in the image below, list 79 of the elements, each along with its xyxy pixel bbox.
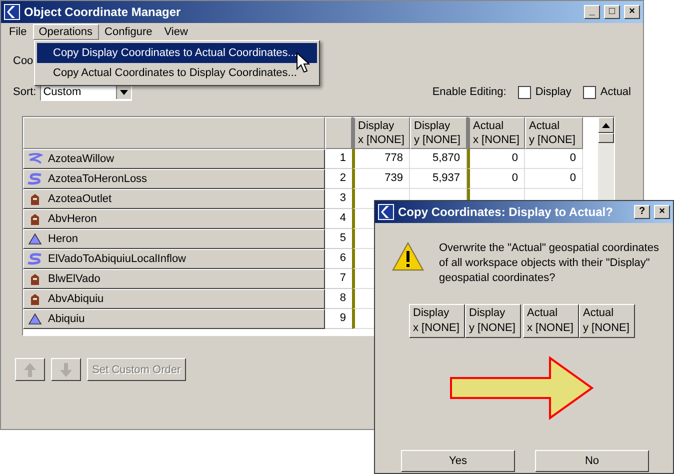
object-name: Abiquiu [48,313,85,325]
row-number: 6 [325,249,352,269]
column-header[interactable]: Display x [NONE] [352,117,410,149]
curve-icon [27,173,43,185]
object-row-header[interactable]: AzoteaOutlet [23,189,325,209]
app-logo-icon [378,204,394,220]
column-header: Actual y [NONE] [579,304,635,338]
object-row-header[interactable]: AzoteaWillow [23,149,325,169]
no-button[interactable]: No [535,450,649,472]
checkbox[interactable] [518,86,532,98]
column-header[interactable]: Actual y [NONE] [525,117,583,149]
object-row-header[interactable]: ElVadoToAbiquiuLocalInflow [23,249,325,269]
object-name: Heron [48,233,78,245]
enable-editing-label: Enable Editing: [432,86,506,98]
row-number: 4 [325,209,352,229]
triangle-icon [27,313,43,325]
object-row-header[interactable]: Abiquiu [23,309,325,329]
table-cell: 0 [467,149,525,169]
coordinate-label: Coo [13,55,34,69]
column-header[interactable]: Actual x [NONE] [467,117,525,149]
object-name: BlwElVado [48,273,100,285]
table-cell: 0 [467,169,525,189]
row-number: 5 [325,229,352,249]
confirm-message: Overwrite the "Actual" geospatial coordinates of all workspace objects with their "Display" geospatial coordinates? [439,241,660,286]
up-arrow-icon [23,362,37,378]
close-button[interactable]: × [654,205,670,219]
table-cell: 0 [525,149,583,169]
object-row-header[interactable]: AbvAbiquiu [23,289,325,309]
object-row-header[interactable]: Heron [23,229,325,249]
minimize-button[interactable]: _ [584,5,600,19]
scroll-up-icon [602,122,610,128]
table-cell: 5,870 [410,149,467,169]
zigzag-icon [27,153,43,165]
checkbox-label: Display [535,86,572,98]
help-button[interactable]: ? [634,205,650,219]
column-header: Actual x [NONE] [523,304,579,338]
scroll-thumb[interactable] [598,133,614,143]
row-number: 1 [325,149,352,169]
object-name: AzoteaOutlet [48,193,112,205]
object-name: ElVadoToAbiquiuLocalInflow [48,253,186,265]
app-logo-icon [4,4,20,20]
menu-item[interactable]: Copy Actual Coordinates to Display Coordinates... [37,63,317,83]
checkbox-label: Actual [600,86,631,98]
object-name: AzoteaWillow [48,153,114,165]
column-header: Display x [NONE] [409,304,465,338]
object-row-header[interactable]: BlwElVado [23,269,325,289]
column-header[interactable]: Display y [NONE] [410,117,467,149]
yes-button[interactable]: Yes [401,450,515,472]
object-row-header[interactable]: AzoteaToHeronLoss [23,169,325,189]
menu-item[interactable]: Operations [32,24,99,40]
menu-item[interactable]: File [3,24,33,40]
window-title: Object Coordinate Manager [24,5,182,19]
warning-icon [391,241,425,273]
table-cell: 778 [352,149,410,169]
column-header: Display y [NONE] [465,304,521,338]
maximize-button[interactable]: □ [604,5,620,19]
row-number: 9 [325,309,352,329]
object-name: AzoteaToHeronLoss [48,173,148,185]
table-cell: 739 [352,169,410,189]
menu-item[interactable]: Configure [98,24,158,40]
triangle-icon [27,233,43,245]
menu-item[interactable]: Copy Display Coordinates to Actual Coordinates... [37,43,317,63]
close-button[interactable]: × [624,5,640,19]
row-number: 3 [325,189,352,209]
table-cell: 0 [525,169,583,189]
menu-item[interactable]: View [158,24,194,40]
curve-icon [27,253,43,265]
cursor-icon [296,52,310,74]
object-name: AbvHeron [48,213,97,225]
dialog-title: Copy Coordinates: Display to Actual? [398,205,614,219]
object-name: AbvAbiquiu [48,293,104,305]
sort-label: Sort: [13,86,36,98]
row-number: 2 [325,169,352,189]
checkbox[interactable] [583,86,596,98]
row-number: 8 [325,289,352,309]
row-number: 7 [325,269,352,289]
object-row-header[interactable]: AbvHeron [23,209,325,229]
table-cell: 5,937 [410,169,467,189]
down-arrow-icon [59,362,73,378]
